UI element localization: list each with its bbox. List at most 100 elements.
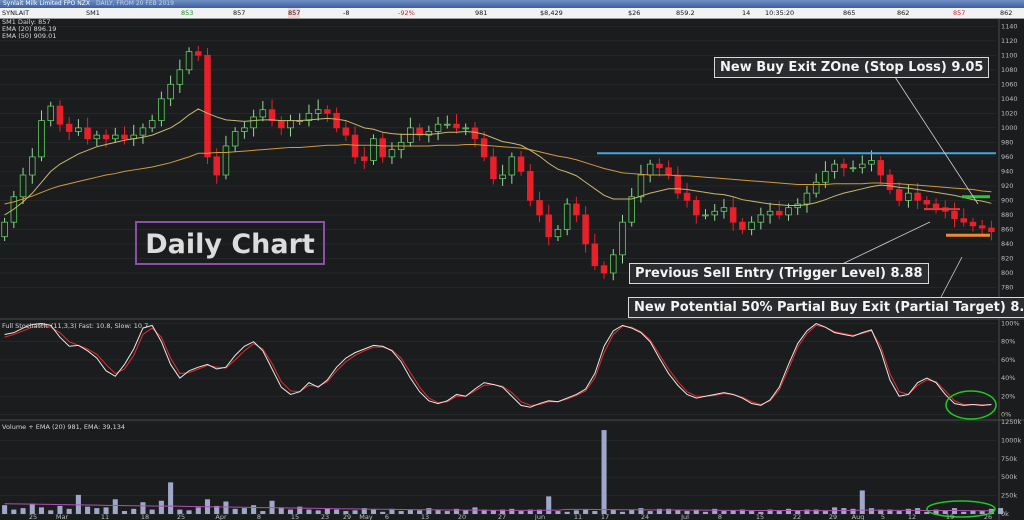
candle-body	[665, 167, 672, 176]
price-tick-label: 820	[1001, 254, 1013, 262]
volume-bar	[490, 510, 496, 514]
window-subtitle: DAILY, FROM 20 FEB 2019	[96, 0, 174, 7]
volume-bar	[334, 509, 340, 514]
candle-body	[93, 134, 101, 140]
volume-bar	[407, 509, 413, 514]
candle-body	[969, 221, 977, 227]
candle-body	[351, 134, 359, 158]
candle-body	[324, 109, 331, 114]
quote-cell: 10:35:20	[765, 9, 795, 17]
candle-body	[905, 192, 912, 201]
window-title: Synlait Milk Limited FPO NZX	[3, 0, 91, 7]
volume-bar	[896, 511, 902, 514]
candle-body	[102, 134, 110, 140]
candle-body	[785, 207, 792, 216]
candle-body	[241, 127, 248, 132]
candle-body	[545, 214, 552, 238]
candle-body	[1, 221, 8, 238]
candle-body	[47, 105, 54, 121]
x-tick-label: 5	[881, 513, 885, 520]
candle-body	[849, 167, 857, 170]
volume-bar	[112, 499, 118, 514]
volume-bar	[564, 511, 570, 514]
x-tick-label: 27	[498, 513, 506, 520]
title-bar: Synlait Milk Limited FPO NZX DAILY, FROM …	[0, 0, 1024, 8]
candle-body	[610, 254, 617, 274]
candle-body	[748, 221, 755, 230]
x-tick-label: 19	[946, 513, 954, 520]
x-tick-label: 25	[29, 513, 37, 520]
volume-bar	[675, 510, 681, 514]
price-tick-label: 1060	[1001, 80, 1018, 88]
quote-cell: 859.2	[676, 9, 695, 17]
x-tick-label: May	[359, 513, 373, 520]
stoch-tick-label: 60%	[1001, 356, 1015, 364]
volume-bar	[195, 507, 201, 514]
price-tick-label: 860	[1001, 225, 1013, 233]
candle-body	[886, 174, 894, 190]
volume-tick-label: 250k	[1001, 492, 1017, 500]
candle-body	[877, 160, 884, 176]
candle-body	[471, 127, 479, 140]
candle-body	[573, 203, 580, 216]
x-tick-label: 17	[601, 513, 609, 520]
candle-body	[536, 200, 543, 216]
candle-body	[278, 120, 285, 129]
price-tick-label: 1080	[1001, 66, 1018, 74]
candle-body	[112, 134, 119, 140]
stoch-tick-label: 100%	[1001, 320, 1020, 328]
price-tick-label: 800	[1001, 269, 1013, 277]
price-tick-label: 920	[1001, 182, 1013, 190]
volume-bar	[38, 507, 45, 514]
quote-cell: 865	[843, 9, 856, 17]
candle-body	[508, 156, 516, 176]
candle-body	[563, 203, 571, 230]
candle-body	[195, 51, 202, 56]
volume-bar	[241, 508, 247, 514]
x-tick-label: 29	[343, 513, 351, 520]
stoch-tick-label: 40%	[1001, 374, 1015, 382]
candle-body	[702, 214, 709, 217]
volume-bar	[785, 508, 792, 514]
volume-bar	[610, 509, 616, 514]
volume-bar	[186, 510, 192, 514]
price-tick-label: 1120	[1001, 37, 1018, 45]
candle-body	[29, 156, 36, 176]
candle-body	[38, 120, 45, 158]
candle-body	[776, 210, 783, 216]
candle-body	[923, 200, 931, 205]
candle-body	[895, 189, 903, 201]
volume-bar	[555, 511, 561, 514]
candle-body	[65, 123, 73, 132]
price-tick-label: 940	[1001, 167, 1013, 175]
quote-cell: $8,429	[540, 9, 563, 17]
volume-bar	[352, 510, 358, 514]
volume-bar	[398, 511, 404, 514]
volume-bar	[961, 511, 967, 514]
x-tick-label: Jul	[680, 513, 689, 520]
daily-chart-label: Daily Chart	[135, 221, 325, 265]
quote-cell: 981	[475, 9, 488, 17]
stoch-tick-label: 80%	[1001, 338, 1015, 346]
volume-bar	[278, 507, 284, 514]
volume-bar	[583, 509, 589, 514]
x-tick-label: 22	[793, 513, 801, 520]
candle-body	[988, 227, 995, 233]
quote-bar: SYNLAIT SM1 853 857 857 -8 -92% 981 $8,429 $26 859…	[0, 8, 1024, 19]
candle-body	[739, 221, 746, 230]
candle-body	[268, 109, 276, 121]
candle-body	[75, 127, 82, 132]
stoch-tick-label: 20%	[1001, 392, 1015, 400]
x-tick-label: 18	[141, 513, 149, 520]
volume-bar	[472, 507, 478, 514]
candle-body	[646, 163, 654, 176]
candle-body	[84, 127, 91, 140]
candle-body	[766, 210, 774, 216]
quote-cell: 862	[897, 9, 910, 17]
candle-body	[213, 156, 220, 176]
candle-body	[231, 131, 239, 147]
candle-body	[637, 174, 645, 198]
x-tick-label: Jun	[534, 513, 545, 520]
volume-bar	[11, 509, 17, 514]
candle-body	[121, 134, 128, 140]
